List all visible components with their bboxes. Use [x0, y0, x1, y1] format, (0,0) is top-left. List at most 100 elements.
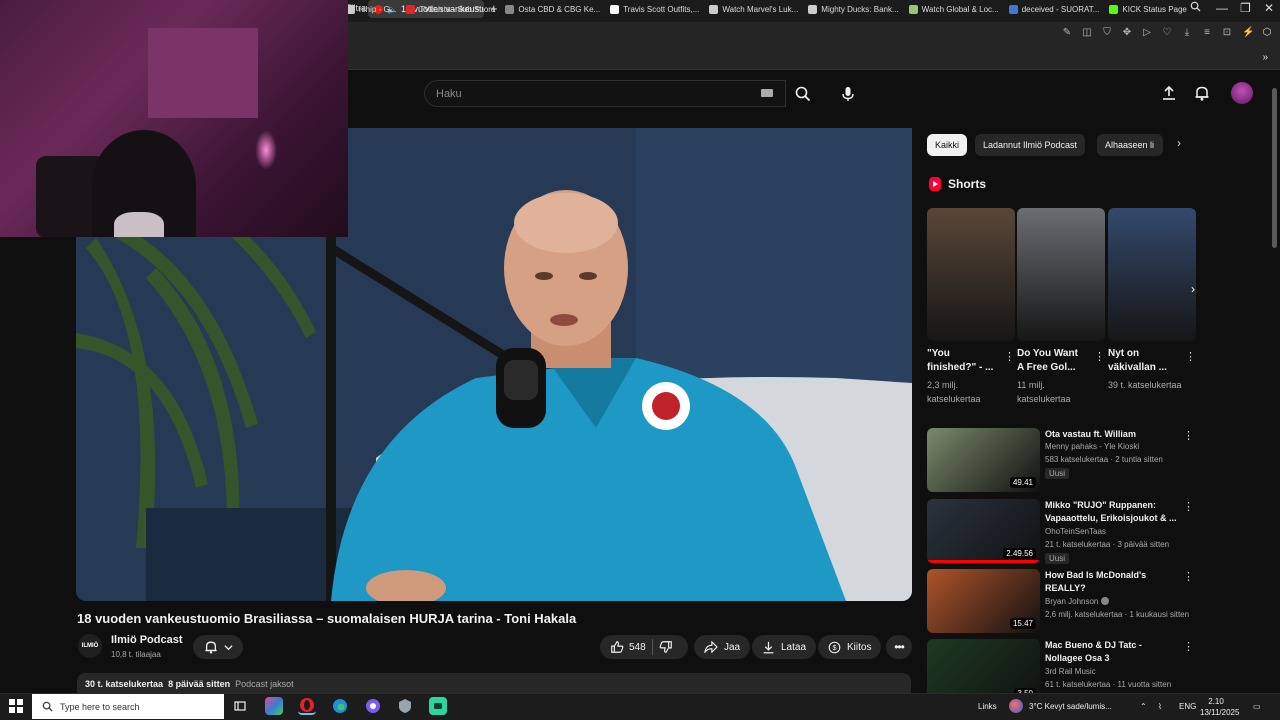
video-thumbnail[interactable]: 15.47 [927, 569, 1040, 633]
video-channel[interactable]: 3rd Rail Music [1045, 667, 1096, 676]
channel-name[interactable]: Ilmiö Podcast [111, 634, 183, 646]
short-thumbnail[interactable] [927, 208, 1015, 341]
short-title[interactable]: "You finished?" - ... [927, 347, 997, 375]
weather-icon[interactable] [1009, 699, 1023, 713]
start-button[interactable] [9, 699, 23, 713]
video-title[interactable]: Mikko "RUJO" Ruppanen: Vapaaottelu, Erik… [1045, 499, 1181, 525]
short-menu-icon[interactable]: ⋮ [1185, 350, 1196, 363]
page-scrollbar[interactable] [1272, 88, 1277, 248]
description-box[interactable]: 30 t. katselukertaa 8 päivää sitten Podc… [77, 673, 911, 693]
video-channel[interactable]: Bryan Johnson [1045, 597, 1110, 606]
system-clock[interactable]: 2.10 13/11/2025 [1200, 696, 1239, 718]
weather-status[interactable]: 3°C Kevyt sade/lumis... [1029, 702, 1112, 711]
upload-button[interactable] [1158, 82, 1180, 104]
vpn-app-icon[interactable] [396, 697, 414, 715]
short-title[interactable]: Do You Want A Free Gol... [1017, 347, 1087, 375]
play-icon[interactable]: ▷ [1142, 27, 1152, 38]
share-button[interactable]: Jaa [694, 635, 751, 659]
short-card[interactable]: "You finished?" - ... 2,3 milj. katseluke… [927, 208, 1015, 406]
menu-icon[interactable]: ≡ [1202, 27, 1212, 38]
paint-app-icon[interactable] [265, 697, 283, 715]
bookmark-item[interactable]: Travis Scott Outfits,... [610, 5, 699, 14]
puzzle-icon[interactable]: ✥ [1122, 27, 1132, 38]
video-menu-icon[interactable]: ⋮ [1183, 500, 1194, 513]
task-view-icon[interactable] [231, 697, 249, 715]
shield-icon[interactable]: ⛉ [1102, 27, 1112, 38]
video-menu-icon[interactable]: ⋮ [1183, 429, 1194, 442]
short-thumbnail[interactable] [1108, 208, 1196, 341]
video-menu-icon[interactable]: ⋮ [1183, 570, 1194, 583]
short-menu-icon[interactable]: ⋮ [1004, 350, 1015, 363]
bookmark-item[interactable]: Osta CBD & CBG Ke... [505, 5, 600, 14]
bookmark-item[interactable]: TVkaista - Sub Suora [406, 5, 495, 14]
video-channel[interactable]: Menny pahaks - Yle Kioski [1045, 442, 1139, 451]
video-thumbnail[interactable]: 49.41 [927, 428, 1040, 492]
edge-browser-icon[interactable] [331, 697, 349, 715]
subscription-bell-button[interactable] [193, 635, 243, 659]
video-menu-icon[interactable]: ⋮ [1183, 640, 1194, 653]
notifications-button[interactable] [1191, 82, 1213, 104]
network-icon[interactable]: ⌇ [1158, 702, 1162, 711]
short-title[interactable]: Nyt on väkivallan ... [1108, 347, 1178, 375]
short-card[interactable]: Nyt on väkivallan ... 39 t. katselukertaa… [1108, 208, 1196, 392]
extension-a-icon[interactable]: ⚡ [1242, 27, 1254, 38]
video-channel[interactable]: OhoTeinSenTaas [1045, 527, 1106, 536]
opera-browser-icon[interactable] [298, 697, 316, 715]
download-icon[interactable]: ⤓ [1182, 27, 1192, 38]
channel-avatar[interactable]: ILMIÖ [78, 634, 102, 658]
shorts-next-button[interactable]: › [1182, 278, 1204, 300]
search-tabs-icon[interactable] [1190, 1, 1201, 15]
close-window-button[interactable]: ✕ [1264, 1, 1274, 15]
video-title[interactable]: Mac Bueno & DJ Tatc - Nollagee Osa 3 [1045, 639, 1181, 665]
edit-icon[interactable]: ✎ [1062, 27, 1072, 38]
short-thumbnail[interactable] [1017, 208, 1105, 341]
taskbar-search[interactable]: Type here to search [32, 694, 224, 719]
input-language[interactable]: ENG [1179, 702, 1196, 711]
lock-icon[interactable]: ⊡ [1222, 27, 1232, 38]
recommended-video[interactable]: 15.47 How Bad Is McDonald's REALLY? Bryan … [927, 569, 1197, 633]
user-avatar[interactable] [1231, 82, 1253, 104]
chip-channel-uploads[interactable]: Ladannut Ilmiö Podcast [975, 134, 1086, 156]
download-button[interactable]: Lataa [752, 635, 817, 659]
chip-all[interactable]: Kaikki [927, 134, 968, 156]
chips-next-icon[interactable]: › [1170, 136, 1188, 154]
thanks-button[interactable]: $ Kiitos [818, 635, 882, 659]
chip-related[interactable]: Alhaaseen li [1097, 134, 1163, 156]
bookmark-item[interactable]: Mighty Ducks: Bank... [808, 5, 899, 14]
bookmark-item[interactable]: Watch Global & Loc... [908, 5, 999, 14]
search-button[interactable] [787, 80, 819, 107]
playlist-tag[interactable]: Podcast jaksot [235, 679, 294, 689]
search-box[interactable] [424, 80, 786, 107]
voice-search-button[interactable] [833, 80, 862, 107]
extension-b-icon[interactable]: ⬡ [1262, 27, 1272, 38]
shorts-logo-icon [929, 177, 941, 191]
bookmark-item[interactable]: Watch Marvel's Luk... [709, 5, 798, 14]
camera-icon[interactable]: ◫ [1082, 27, 1092, 38]
dislike-button[interactable] [659, 640, 673, 654]
video-thumbnail[interactable]: 2.49.56 [927, 499, 1040, 563]
short-menu-icon[interactable]: ⋮ [1094, 350, 1105, 363]
bookmark-item[interactable]: rship - G... [346, 5, 396, 14]
messenger-app-icon[interactable] [364, 697, 382, 715]
heart-icon[interactable]: ♡ [1162, 27, 1172, 38]
minimize-button[interactable]: — [1216, 1, 1228, 15]
recommended-video[interactable]: 49.41 Ota vastau ft. William Menny pahaks … [927, 428, 1197, 492]
maximize-button[interactable]: ❐ [1240, 1, 1251, 15]
recommended-video[interactable]: 2.49.56 Mikko "RUJO" Ruppanen: Vapaaottel… [927, 499, 1197, 564]
more-actions-button[interactable]: ••• [886, 635, 912, 659]
video-title[interactable]: How Bad Is McDonald's REALLY? [1045, 569, 1181, 595]
like-button[interactable]: 548 [610, 640, 646, 654]
bell-icon [204, 641, 217, 654]
search-input[interactable] [436, 87, 736, 100]
video-title[interactable]: Ota vastau ft. William [1045, 428, 1181, 441]
share-icon [704, 641, 718, 653]
bookmarks-overflow-icon[interactable]: » [1262, 52, 1268, 63]
bookmark-item[interactable]: deceived - SUORAT... [1008, 5, 1099, 14]
keyboard-icon[interactable] [761, 89, 773, 97]
bookmark-item[interactable]: KICK Status Page [1109, 5, 1187, 14]
short-card[interactable]: Do You Want A Free Gol... 11 milj. katsel… [1017, 208, 1105, 406]
tray-overflow-icon[interactable]: ⌃ [1140, 702, 1147, 711]
links-toolbar[interactable]: Links [978, 702, 997, 711]
notification-center-icon[interactable]: ▭ [1253, 702, 1261, 711]
chat-app-icon[interactable] [429, 697, 447, 715]
